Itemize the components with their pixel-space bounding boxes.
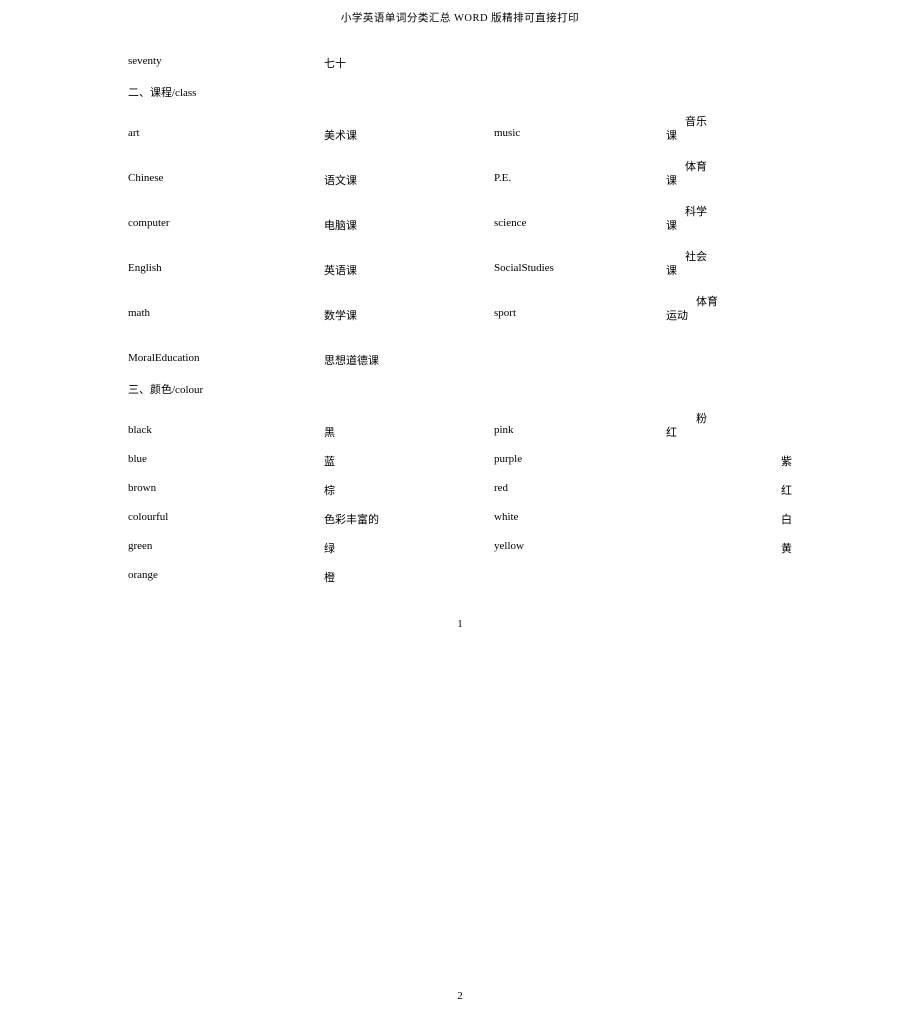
english-term: red [494,482,666,494]
chinese-term: 橙 [324,569,494,585]
vocab-row: Chinese 语文课 P.E. 体育 课 [128,172,792,204]
vocab-row: English 英语课 SocialStudies 社会 课 [128,262,792,294]
english-term: colourful [128,511,324,523]
english-term: sport [494,307,666,319]
english-term: Chinese [128,172,324,184]
chinese-term: 绿 [324,540,494,556]
chinese-term: 语文课 [324,172,494,188]
english-term: pink [494,424,666,436]
vocab-row: colourful 色彩丰富的 white 白 [128,511,792,527]
chinese-term-part: 白 [752,511,792,527]
chinese-term-part: 社会 课 [666,262,792,278]
vocab-row: orange 橙 [128,569,792,585]
page-number-1: 1 [0,598,920,650]
chinese-term-part: 黄 [752,540,792,556]
chinese-term-part: 体育 课 [666,172,792,188]
english-term: English [128,262,324,274]
english-term: white [494,511,666,523]
chinese-term-part: 粉 红 [666,424,792,440]
english-term: seventy [128,55,324,67]
english-term: purple [494,453,666,465]
chinese-term: 棕 [324,482,494,498]
chinese-term: 黑 [324,424,494,440]
vocab-row: green 绿 yellow 黄 [128,540,792,556]
chinese-term: 英语课 [324,262,494,278]
vocab-row: MoralEducation 思想道德课 [128,352,792,368]
vocab-row: black 黑 pink 粉 红 [128,424,792,440]
chinese-term-part: 紫 [752,453,792,469]
chinese-term: 数学课 [324,307,494,323]
english-term: blue [128,453,324,465]
chinese-term-part: 红 [752,482,792,498]
vocab-row: brown 棕 red 红 [128,482,792,498]
english-term: science [494,217,666,229]
chinese-term-part: 科学 课 [666,217,792,233]
chinese-term: 七十 [324,55,494,71]
chinese-term: 色彩丰富的 [324,511,494,527]
section-heading-colour: 三、颜色/colour [128,381,792,397]
english-term: computer [128,217,324,229]
chinese-term-part: 音乐 课 [666,127,792,143]
chinese-term: 电脑课 [324,217,494,233]
english-term: P.E. [494,172,666,184]
english-term: orange [128,569,324,581]
vocab-row: math 数学课 sport 体育 运动 [128,307,792,339]
english-term: black [128,424,324,436]
chinese-term: 美术课 [324,127,494,143]
chinese-term: 思想道德课 [324,352,494,368]
english-term: music [494,127,666,139]
content-area: seventy 七十 二、课程/class art 美术课 music 音乐 课… [0,55,920,585]
page-header: 小学英语单词分类汇总 WORD 版精排可直接打印 [0,0,920,55]
vocab-row: computer 电脑课 science 科学 课 [128,217,792,249]
page-number-2: 2 [0,970,920,1022]
blank-page-area [0,650,920,970]
section-heading-class: 二、课程/class [128,84,792,100]
vocab-row: blue 蓝 purple 紫 [128,453,792,469]
english-term: art [128,127,324,139]
english-term: green [128,540,324,552]
english-term: brown [128,482,324,494]
vocab-row: seventy 七十 [128,55,792,71]
english-term: yellow [494,540,666,552]
english-term: math [128,307,324,319]
chinese-term: 蓝 [324,453,494,469]
chinese-term-part: 体育 运动 [666,307,792,323]
vocab-row: art 美术课 music 音乐 课 [128,127,792,159]
english-term: MoralEducation [128,352,324,364]
english-term: SocialStudies [494,262,666,274]
